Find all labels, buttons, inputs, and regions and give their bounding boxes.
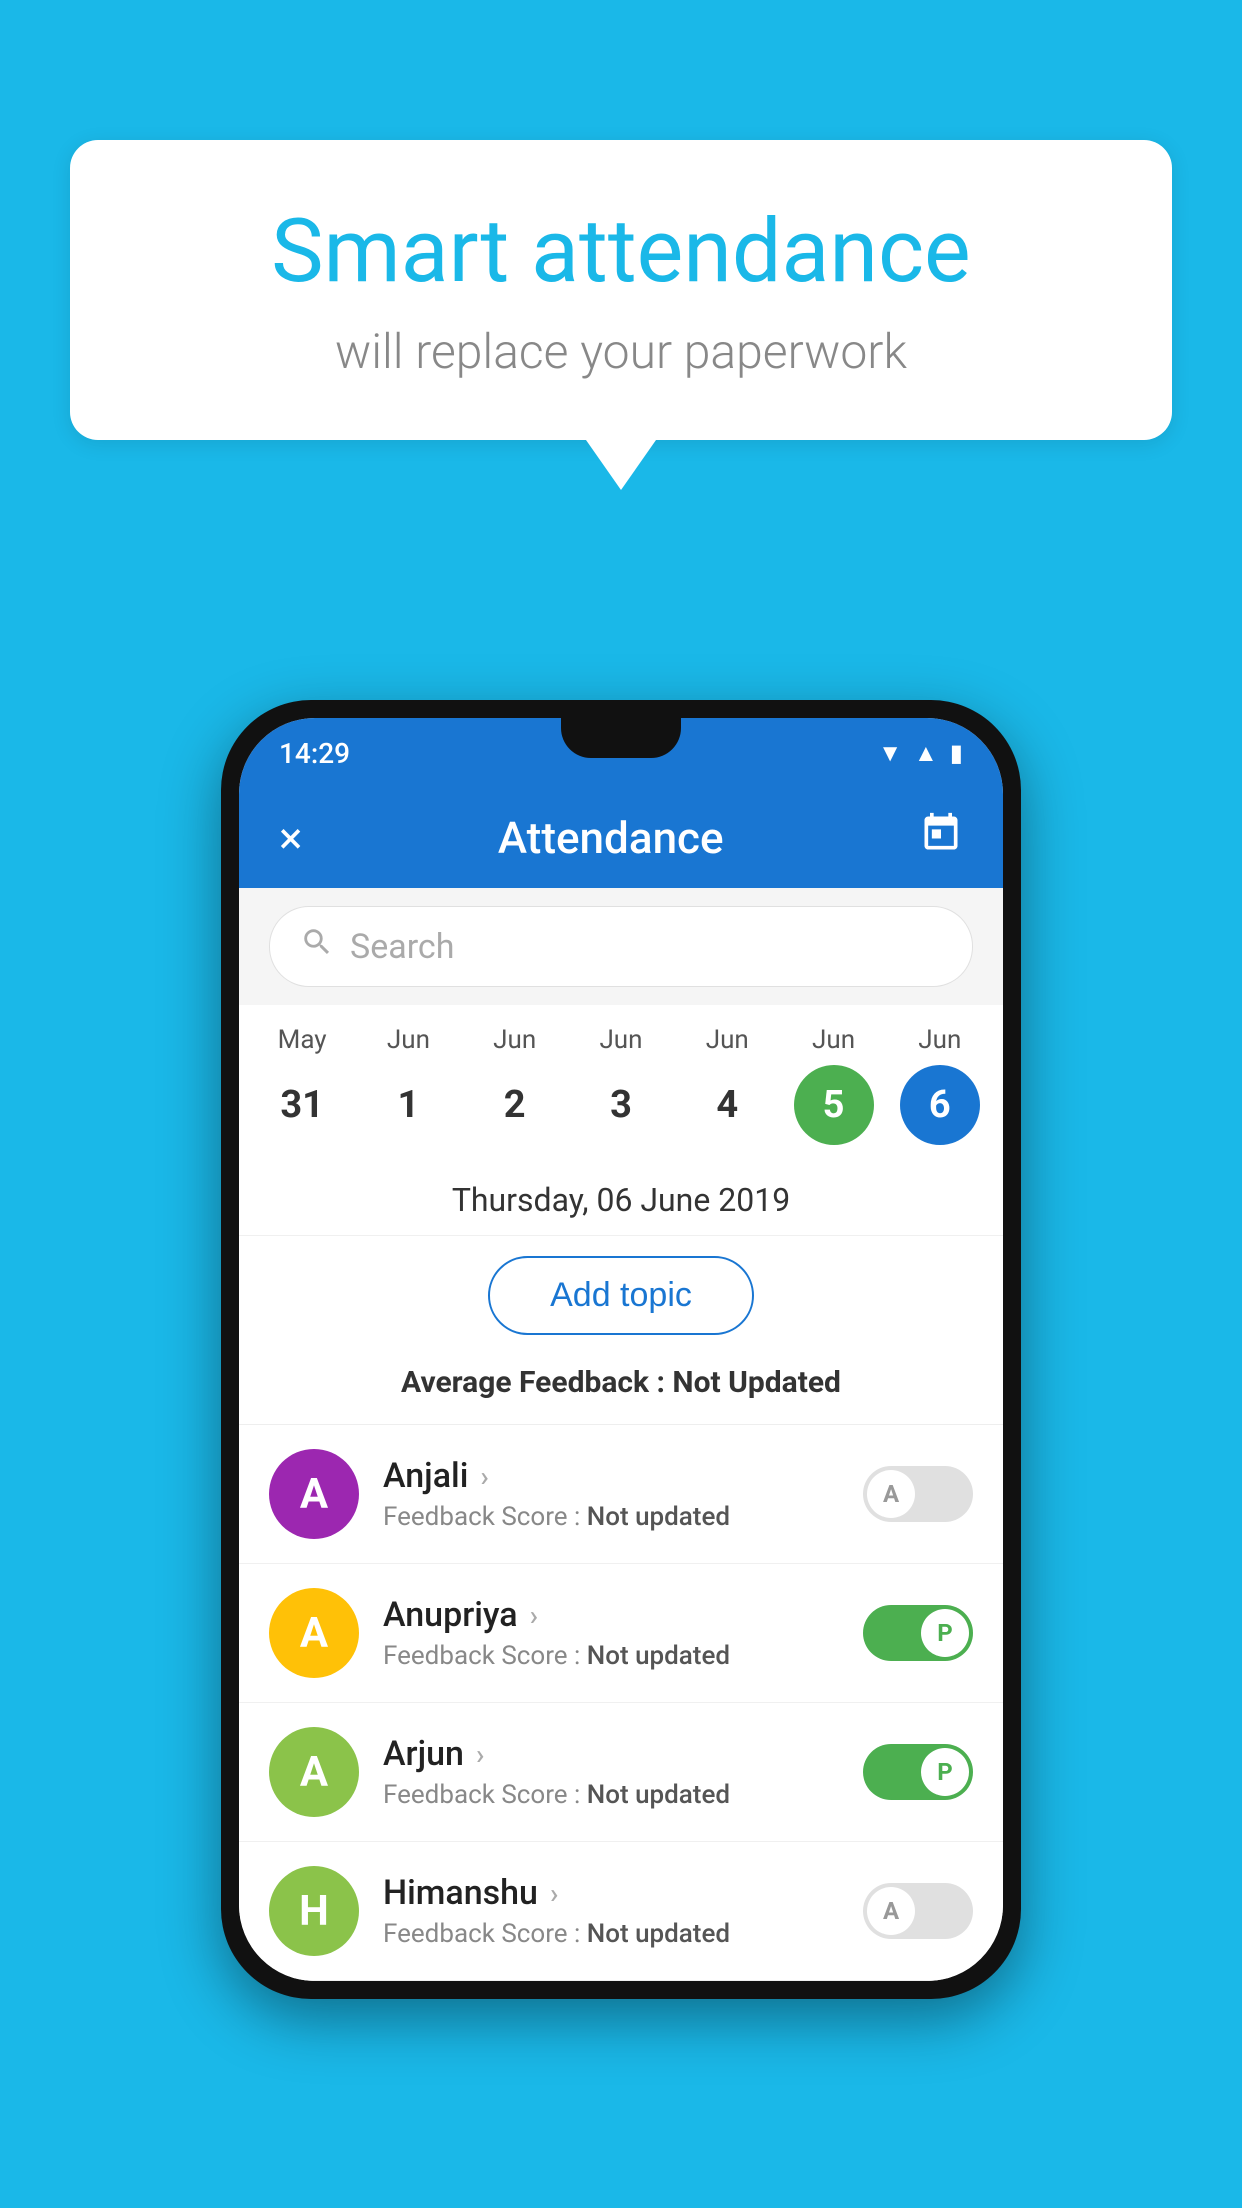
cal-date-6: 6	[900, 1065, 980, 1145]
calendar-icon[interactable]	[919, 811, 963, 866]
status-time: 14:29	[279, 737, 350, 770]
student-avatar-0: A	[269, 1449, 359, 1539]
wifi-icon: ▼	[878, 739, 902, 768]
app-bar-title: Attendance	[302, 812, 919, 864]
cal-day-1[interactable]: Jun 1	[368, 1025, 448, 1145]
cal-month-2: Jun	[493, 1025, 536, 1055]
cal-date-4: 4	[687, 1065, 767, 1145]
cal-date-3: 3	[581, 1065, 661, 1145]
cal-date-0: 31	[262, 1065, 342, 1145]
speech-bubble-tail	[586, 440, 656, 490]
avg-feedback: Average Feedback : Not Updated	[239, 1355, 1003, 1425]
status-icons: ▼ ▲ ▮	[878, 739, 963, 768]
cal-day-2[interactable]: Jun 2	[475, 1025, 555, 1145]
student-feedback-3: Feedback Score : Not updated	[383, 1919, 839, 1949]
student-name-2: Arjun ›	[383, 1734, 839, 1774]
close-icon[interactable]: ×	[279, 812, 302, 864]
cal-month-3: Jun	[599, 1025, 642, 1055]
phone-inner: 14:29 ▼ ▲ ▮ × Attendance	[239, 718, 1003, 1981]
search-icon	[300, 925, 334, 968]
chevron-icon-0: ›	[480, 1460, 488, 1493]
attendance-toggle-3[interactable]: A	[863, 1883, 973, 1939]
attendance-toggle-1[interactable]: P	[863, 1605, 973, 1661]
attendance-toggle-2[interactable]: P	[863, 1744, 973, 1800]
toggle-knob-1: P	[921, 1609, 969, 1657]
cal-day-5[interactable]: Jun 5	[794, 1025, 874, 1145]
student-item-3[interactable]: H Himanshu › Feedback Score : Not updated A	[239, 1842, 1003, 1981]
student-avatar-1: A	[269, 1588, 359, 1678]
cal-date-2: 2	[475, 1065, 555, 1145]
bubble-subtitle: will replace your paperwork	[150, 323, 1092, 380]
cal-month-5: Jun	[812, 1025, 855, 1055]
avg-feedback-value: Not Updated	[672, 1365, 841, 1400]
add-topic-button[interactable]: Add topic	[488, 1256, 754, 1335]
cal-month-0: May	[278, 1025, 327, 1055]
student-list: AAnjali ›Feedback Score : Not updatedAAA…	[239, 1425, 1003, 1981]
cal-month-4: Jun	[706, 1025, 749, 1055]
student-feedback-2: Feedback Score : Not updated	[383, 1780, 839, 1810]
calendar-strip: May 31 Jun 1 Jun 2 Jun 3 Jun 4 Jun 5 Jun 6	[239, 1005, 1003, 1165]
cal-month-1: Jun	[387, 1025, 430, 1055]
notch	[561, 718, 681, 758]
student-name-0: Anjali ›	[383, 1456, 839, 1496]
bubble-title: Smart attendance	[150, 200, 1092, 303]
avg-feedback-label: Average Feedback :	[401, 1365, 672, 1400]
search-placeholder: Search	[350, 927, 454, 967]
cal-day-3[interactable]: Jun 3	[581, 1025, 661, 1145]
chevron-icon-1: ›	[530, 1599, 538, 1632]
cal-day-0[interactable]: May 31	[262, 1025, 342, 1145]
toggle-knob-0: A	[867, 1470, 915, 1518]
speech-bubble: Smart attendance will replace your paper…	[70, 140, 1172, 440]
chevron-icon-3: ›	[550, 1877, 558, 1910]
toggle-knob-2: P	[921, 1748, 969, 1796]
chevron-icon-2: ›	[476, 1738, 484, 1771]
student-avatar-3: H	[269, 1866, 359, 1956]
phone-frame: 14:29 ▼ ▲ ▮ × Attendance	[221, 700, 1021, 1999]
cal-day-4[interactable]: Jun 4	[687, 1025, 767, 1145]
signal-icon: ▲	[914, 739, 938, 768]
student-feedback-0: Feedback Score : Not updated	[383, 1502, 839, 1532]
student-item-2[interactable]: A Arjun › Feedback Score : Not updated P	[239, 1703, 1003, 1842]
speech-bubble-wrapper: Smart attendance will replace your paper…	[70, 140, 1172, 490]
student-name-3: Himanshu ›	[383, 1873, 839, 1913]
app-bar: × Attendance	[239, 788, 1003, 888]
add-topic-wrapper: Add topic	[239, 1236, 1003, 1355]
student-feedback-1: Feedback Score : Not updated	[383, 1641, 839, 1671]
phone-wrapper: 14:29 ▼ ▲ ▮ × Attendance	[221, 700, 1021, 1999]
student-info-2: Arjun › Feedback Score : Not updated	[383, 1734, 839, 1810]
search-bar-wrapper: Search	[239, 888, 1003, 1005]
status-bar: 14:29 ▼ ▲ ▮	[239, 718, 1003, 788]
date-label: Thursday, 06 June 2019	[239, 1165, 1003, 1236]
cal-day-6[interactable]: Jun 6	[900, 1025, 980, 1145]
search-bar[interactable]: Search	[269, 906, 973, 987]
student-name-1: Anupriya ›	[383, 1595, 839, 1635]
student-info-1: Anupriya › Feedback Score : Not updated	[383, 1595, 839, 1671]
student-item-0[interactable]: A Anjali › Feedback Score : Not updated A	[239, 1425, 1003, 1564]
cal-date-1: 1	[368, 1065, 448, 1145]
student-info-0: Anjali › Feedback Score : Not updated	[383, 1456, 839, 1532]
student-avatar-2: A	[269, 1727, 359, 1817]
toggle-knob-3: A	[867, 1887, 915, 1935]
student-info-3: Himanshu › Feedback Score : Not updated	[383, 1873, 839, 1949]
cal-month-6: Jun	[918, 1025, 961, 1055]
cal-date-5: 5	[794, 1065, 874, 1145]
battery-icon: ▮	[950, 739, 963, 767]
attendance-toggle-0[interactable]: A	[863, 1466, 973, 1522]
student-item-1[interactable]: A Anupriya › Feedback Score : Not updated P	[239, 1564, 1003, 1703]
